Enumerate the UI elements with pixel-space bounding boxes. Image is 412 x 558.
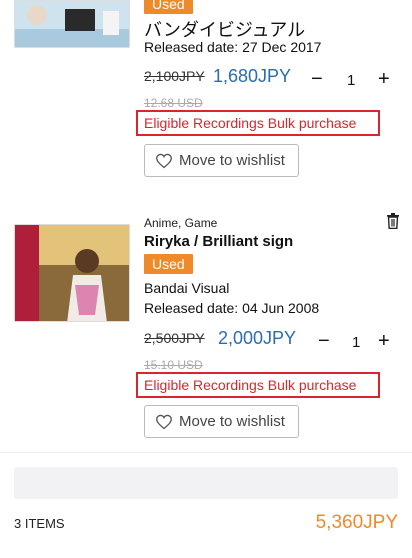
- original-price: 2,500JPY: [144, 330, 205, 346]
- used-badge: Used: [144, 254, 193, 274]
- decrease-quantity-button[interactable]: −: [318, 330, 330, 353]
- move-to-wishlist-button[interactable]: Move to wishlist: [144, 144, 299, 177]
- usd-price: 15.10 USD: [144, 358, 203, 372]
- move-to-wishlist-button[interactable]: Move to wishlist: [144, 405, 299, 438]
- wishlist-label: Move to wishlist: [179, 152, 285, 169]
- genre-label: Anime, Game: [144, 216, 218, 230]
- bulk-purchase-link[interactable]: Eligible Recordings Bulk purchase: [136, 110, 380, 136]
- section-divider: [0, 452, 412, 453]
- album-art-image: [15, 1, 129, 47]
- decrease-quantity-button[interactable]: −: [311, 68, 323, 91]
- release-date: Released date: 27 Dec 2017: [144, 39, 322, 55]
- album-art-image: [15, 225, 129, 321]
- quantity-value: 1: [347, 72, 356, 89]
- label-name: Bandai Visual: [144, 280, 230, 296]
- sale-price: 2,000JPY: [218, 328, 297, 348]
- used-badge: Used: [144, 0, 193, 14]
- trash-icon: [387, 213, 399, 230]
- usd-price: 12.68 USD: [144, 96, 203, 110]
- delete-item-button[interactable]: [386, 213, 400, 234]
- wishlist-label: Move to wishlist: [179, 413, 285, 430]
- bulk-purchase-link[interactable]: Eligible Recordings Bulk purchase: [136, 372, 380, 398]
- heart-icon: [156, 414, 172, 429]
- item-title[interactable]: Riryka / Brilliant sign: [144, 233, 293, 250]
- summary-bar: [14, 467, 398, 499]
- cart-total: 5,360JPY: [315, 512, 398, 533]
- item-count: 3 ITEMS: [14, 516, 65, 531]
- quantity-value: 1: [352, 334, 361, 351]
- item-1-thumbnail[interactable]: [14, 0, 130, 48]
- increase-quantity-button[interactable]: +: [378, 68, 390, 91]
- heart-icon: [156, 153, 172, 168]
- item-2-thumbnail[interactable]: [14, 224, 130, 322]
- original-price: 2,100JPY: [144, 68, 205, 84]
- increase-quantity-button[interactable]: +: [378, 330, 390, 353]
- sale-price: 1,680JPY: [213, 66, 292, 86]
- release-date: Released date: 04 Jun 2008: [144, 300, 320, 316]
